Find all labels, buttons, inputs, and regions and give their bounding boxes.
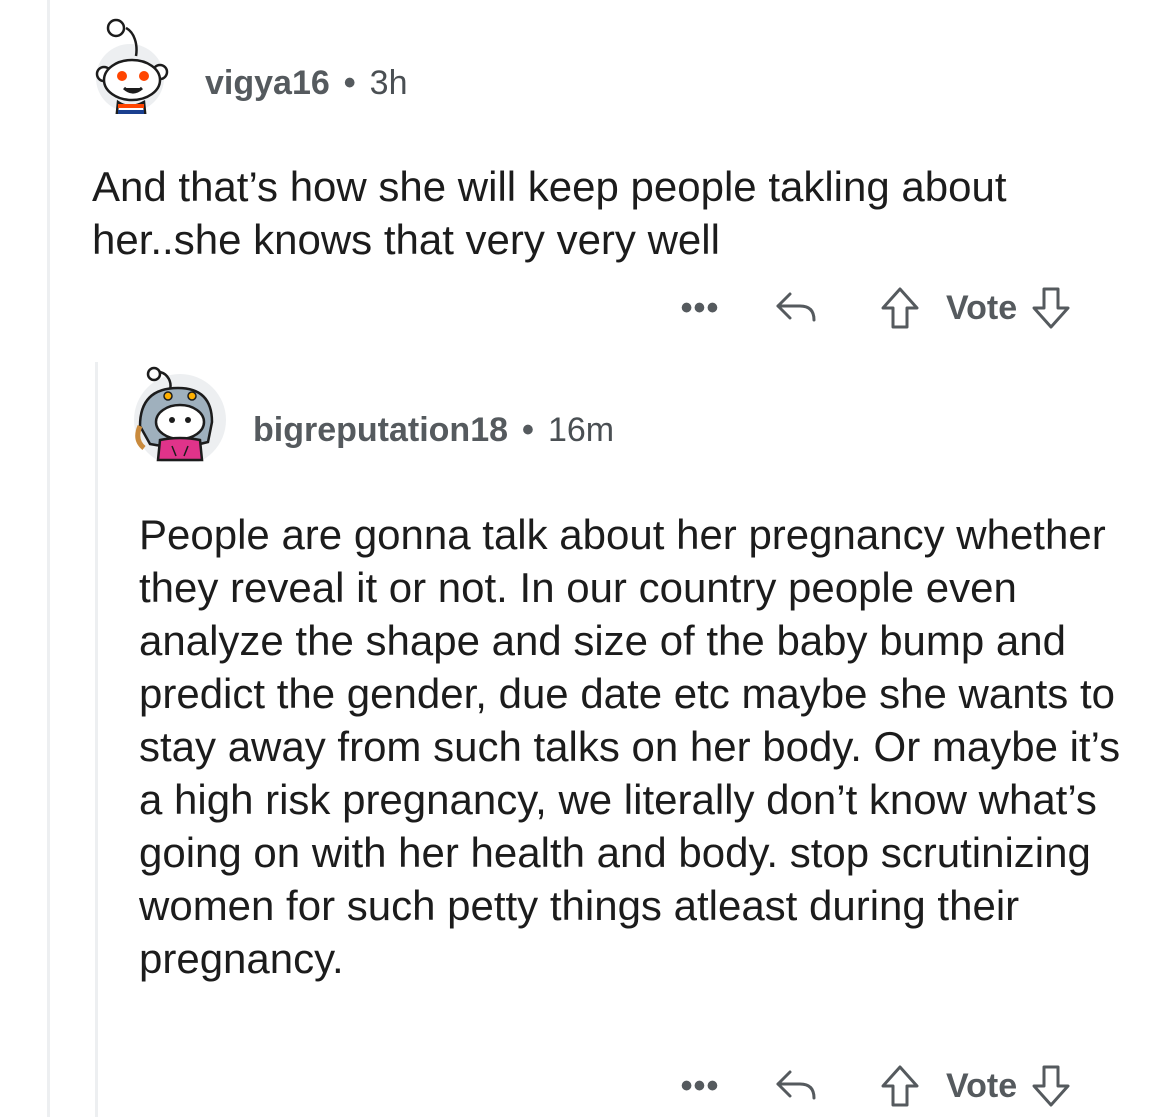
timestamp[interactable]: 16m	[548, 411, 614, 450]
thread-line-outer[interactable]	[47, 0, 50, 1117]
downvote-arrow-icon[interactable]	[1027, 1062, 1075, 1110]
reply-icon[interactable]	[772, 1062, 820, 1110]
vote-count: Vote	[946, 288, 1018, 327]
upvote-arrow-icon[interactable]	[876, 284, 924, 332]
timestamp[interactable]: 3h	[370, 64, 408, 103]
username-link[interactable]: bigreputation18	[253, 411, 508, 450]
thread-line-reply[interactable]	[95, 362, 98, 1117]
username-link[interactable]: vigya16	[205, 64, 330, 103]
more-options-button[interactable]: •••	[680, 288, 720, 328]
vote-count: Vote	[946, 1066, 1018, 1105]
comment-header: vigya16 • 3h	[205, 64, 408, 103]
downvote-arrow-icon[interactable]	[1027, 284, 1075, 332]
meta-separator: •	[343, 64, 356, 102]
comment-actions: ••• Vote	[680, 1058, 1075, 1114]
comment-actions: ••• Vote	[680, 280, 1075, 336]
reply-icon[interactable]	[772, 284, 820, 332]
comment-header: bigreputation18 • 16m	[253, 411, 614, 450]
meta-separator: •	[522, 411, 534, 449]
comment-body: People are gonna talk about her pregnanc…	[139, 511, 1121, 982]
comment-body: And that’s how she will keep people takl…	[92, 163, 1007, 263]
more-options-button[interactable]: •••	[680, 1066, 720, 1106]
snoo-avatar-icon[interactable]	[82, 18, 178, 124]
snoo-avatar-icon[interactable]	[132, 366, 228, 466]
upvote-arrow-icon[interactable]	[876, 1062, 924, 1110]
